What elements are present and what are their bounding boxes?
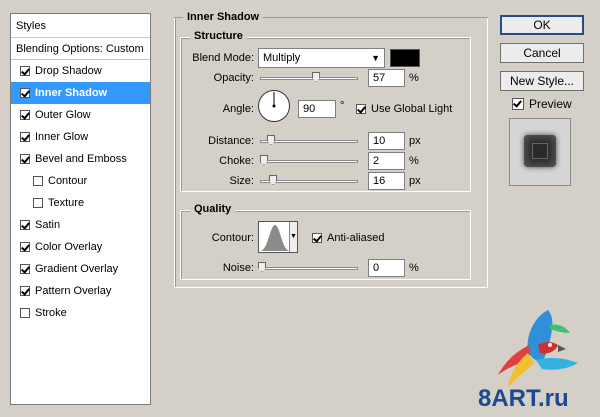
angle-input[interactable]: 90 xyxy=(298,100,336,118)
style-item-label: Stroke xyxy=(35,307,67,319)
distance-unit: px xyxy=(409,135,421,147)
size-unit: px xyxy=(409,175,421,187)
inner-shadow-title: Inner Shadow xyxy=(183,11,264,23)
preview-label: Preview xyxy=(529,97,572,111)
anti-aliased-option[interactable]: Anti-aliased xyxy=(312,232,384,244)
anti-aliased-checkbox[interactable] xyxy=(312,233,322,243)
noise-input[interactable]: 0 xyxy=(368,259,405,277)
angle-unit: ° xyxy=(340,100,345,112)
preview-thumbnail xyxy=(509,118,571,186)
style-item-inner-shadow[interactable]: Inner Shadow xyxy=(11,82,150,104)
style-item-satin[interactable]: Satin xyxy=(11,214,150,236)
preview-checkbox[interactable] xyxy=(512,98,524,110)
cancel-button[interactable]: Cancel xyxy=(500,43,584,63)
style-items: Drop Shadow Inner Shadow Outer Glow Inner G… xyxy=(11,60,150,324)
distance-input[interactable]: 10 xyxy=(368,132,405,150)
noise-unit: % xyxy=(409,262,419,274)
style-item-checkbox[interactable] xyxy=(20,242,30,252)
blend-mode-select[interactable]: Multiply ▼ xyxy=(258,48,385,68)
contour-dropdown-arrow-icon[interactable]: ▼ xyxy=(289,222,297,252)
size-input[interactable]: 16 xyxy=(368,172,405,190)
angle-dial[interactable] xyxy=(257,89,291,123)
style-item-checkbox[interactable] xyxy=(20,286,30,296)
style-item-label: Contour xyxy=(48,175,88,187)
structure-title: Structure xyxy=(190,30,247,42)
new-style-button[interactable]: New Style... xyxy=(500,71,584,91)
styles-header[interactable]: Styles xyxy=(11,14,150,38)
angle-label: Angle: xyxy=(222,103,254,115)
style-item-inner-glow[interactable]: Inner Glow xyxy=(11,126,150,148)
use-global-light-label: Use Global Light xyxy=(371,103,453,115)
style-item-outer-glow[interactable]: Outer Glow xyxy=(11,104,150,126)
style-item-checkbox[interactable] xyxy=(20,132,30,142)
style-item-stroke[interactable]: Stroke xyxy=(11,302,150,324)
style-item-checkbox[interactable] xyxy=(20,308,30,318)
group-border-left xyxy=(174,17,182,19)
opacity-unit: % xyxy=(409,72,419,84)
style-item-checkbox[interactable] xyxy=(20,66,30,76)
blending-options-item[interactable]: Blending Options: Custom xyxy=(11,38,150,60)
style-item-checkbox[interactable] xyxy=(20,154,30,164)
style-item-drop-shadow[interactable]: Drop Shadow xyxy=(11,60,150,82)
style-item-label: Outer Glow xyxy=(35,109,91,121)
opacity-input[interactable]: 57 xyxy=(368,69,405,87)
contour-curve-icon xyxy=(260,225,290,251)
quality-title: Quality xyxy=(190,203,236,215)
distance-label: Distance: xyxy=(208,135,254,147)
style-item-label: Gradient Overlay xyxy=(35,263,119,275)
preview-swatch xyxy=(524,135,556,167)
use-global-light-option[interactable]: Use Global Light xyxy=(356,103,452,115)
style-item-label: Satin xyxy=(35,219,61,231)
anti-aliased-label: Anti-aliased xyxy=(327,232,385,244)
size-label: Size: xyxy=(229,175,254,187)
styles-list: Styles Blending Options: Custom Drop Sha… xyxy=(10,13,151,405)
group-border-right xyxy=(258,17,488,19)
opacity-label: Opacity: xyxy=(213,72,254,84)
style-item-label: Bevel and Emboss xyxy=(35,153,127,165)
style-item-contour[interactable]: Contour xyxy=(11,170,150,192)
style-item-texture[interactable]: Texture xyxy=(11,192,150,214)
contour-label: Contour: xyxy=(211,232,254,244)
choke-input[interactable]: 2 xyxy=(368,152,405,170)
style-item-label: Texture xyxy=(48,197,85,209)
contour-picker[interactable]: ▼ xyxy=(258,221,298,253)
style-item-checkbox[interactable] xyxy=(20,264,30,274)
style-item-checkbox[interactable] xyxy=(20,220,30,230)
blend-mode-value: Multiply xyxy=(263,52,301,64)
style-item-pattern-overlay[interactable]: Pattern Overlay xyxy=(11,280,150,302)
choke-label: Choke: xyxy=(219,155,254,167)
use-global-light-checkbox[interactable] xyxy=(356,104,366,114)
noise-slider[interactable] xyxy=(260,267,358,270)
style-item-bevel-and-emboss[interactable]: Bevel and Emboss xyxy=(11,148,150,170)
style-item-label: Inner Glow xyxy=(35,131,89,143)
choke-slider[interactable] xyxy=(260,160,358,163)
watermark-text: 8ART.ru xyxy=(478,385,569,412)
choke-unit: % xyxy=(409,155,419,167)
style-item-checkbox[interactable] xyxy=(33,176,43,186)
noise-label: Noise: xyxy=(222,262,254,274)
ok-button[interactable]: OK xyxy=(500,15,584,35)
style-item-checkbox[interactable] xyxy=(20,88,30,98)
opacity-slider[interactable] xyxy=(260,77,358,80)
style-item-label: Inner Shadow xyxy=(35,87,108,99)
style-item-gradient-overlay[interactable]: Gradient Overlay xyxy=(11,258,150,280)
shadow-color-swatch[interactable] xyxy=(390,49,420,67)
blend-mode-label: Blend Mode: xyxy=(192,52,254,64)
preview-inner-square xyxy=(532,143,548,159)
style-item-checkbox[interactable] xyxy=(33,198,43,208)
style-item-label: Color Overlay xyxy=(35,241,103,253)
dropdown-arrow-icon: ▼ xyxy=(371,53,380,63)
parrot-logo xyxy=(498,310,578,387)
style-item-color-overlay[interactable]: Color Overlay xyxy=(11,236,150,258)
style-item-checkbox[interactable] xyxy=(20,110,30,120)
preview-option[interactable]: Preview xyxy=(512,97,572,111)
style-item-label: Drop Shadow xyxy=(35,65,102,77)
style-item-label: Pattern Overlay xyxy=(35,285,112,297)
